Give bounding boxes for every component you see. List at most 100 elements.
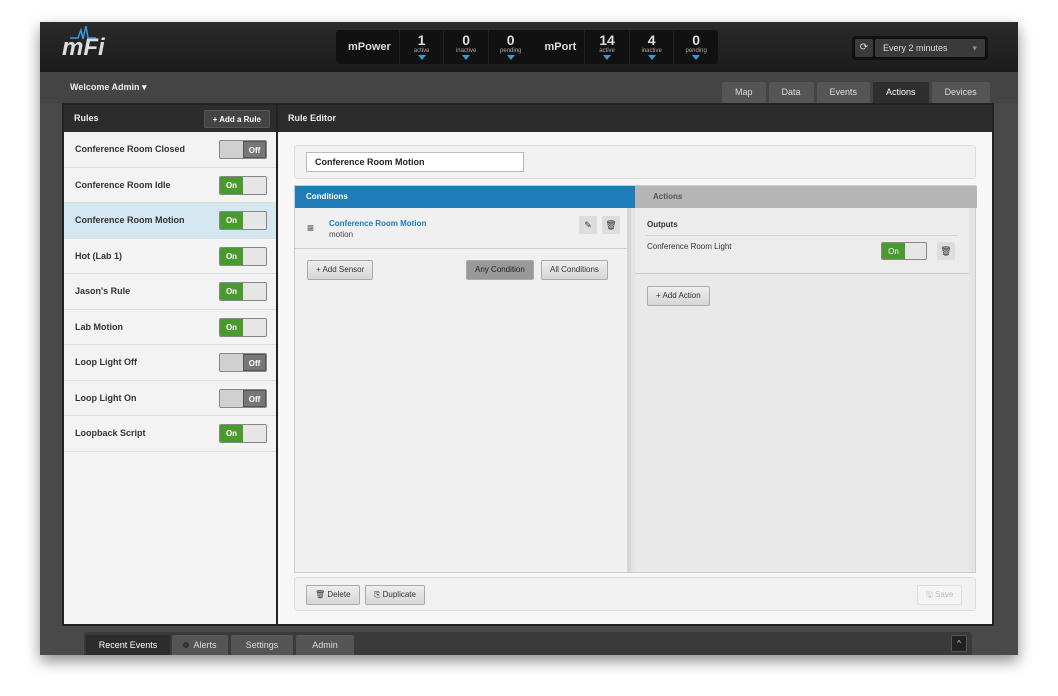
- tab-map[interactable]: Map: [722, 82, 766, 103]
- rule-item[interactable]: Jason's Rule On: [64, 274, 276, 310]
- outputs-section: Outputs Conference Room Light On 🗑: [635, 208, 969, 274]
- rule-item[interactable]: Loopback Script On: [64, 416, 276, 452]
- rule-item[interactable]: Loop Light Off Off: [64, 345, 276, 381]
- actions-panel: Outputs Conference Room Light On 🗑 + Add…: [635, 208, 969, 572]
- stat-mpower-active[interactable]: 1 active: [398, 30, 444, 64]
- conditions-tab[interactable]: Conditions: [295, 186, 645, 208]
- rule-toggle[interactable]: On: [219, 211, 267, 230]
- stat-group-label: mPower: [348, 41, 391, 53]
- output-toggle[interactable]: On: [881, 242, 927, 260]
- rule-toggle[interactable]: On: [219, 175, 267, 195]
- toggle-state: Off: [243, 141, 266, 158]
- tab-events[interactable]: Events: [816, 82, 871, 103]
- rule-toggle[interactable]: On: [219, 424, 267, 443]
- refresh-icon[interactable]: ⟳: [855, 39, 873, 57]
- caret-down-icon: [462, 55, 471, 60]
- add-sensor-button[interactable]: + Add Sensor: [307, 260, 374, 280]
- stat-value: 0: [462, 32, 471, 48]
- tab-devices[interactable]: Devices: [931, 82, 990, 103]
- stat-mpower-inactive[interactable]: 0 inactive: [443, 30, 488, 64]
- expand-chevron-up-icon[interactable]: ^: [951, 635, 967, 652]
- rule-name: Loop Light On: [75, 392, 137, 403]
- rule-stages: Conditions Actions ≡ Conference Room Mot…: [294, 185, 977, 573]
- stat-mpower-pending[interactable]: 0 pending: [487, 30, 533, 64]
- user-menu[interactable]: Welcome Admin ▾: [70, 82, 147, 93]
- stat-value: 14: [599, 32, 615, 48]
- refresh-interval-select[interactable]: Every 2 minutes: [875, 39, 985, 57]
- main-tabs: Map Data Events Actions Devices: [722, 82, 990, 103]
- bottom-bar: Recent Events Alerts Settings Admin ^: [84, 632, 972, 655]
- tab-settings[interactable]: Settings: [231, 635, 293, 655]
- rule-editor: Rule Editor Conference Room Motion Condi…: [278, 105, 992, 624]
- rule-item[interactable]: Conference Room Closed Off: [64, 132, 276, 168]
- edit-condition-icon[interactable]: ✎: [579, 216, 597, 234]
- rule-toggle[interactable]: Off: [219, 388, 267, 408]
- nav-bar: Welcome Admin ▾ Map Data Events Actions Devi…: [40, 72, 1018, 103]
- stat-mport-active[interactable]: 14 active: [584, 30, 629, 64]
- delete-button[interactable]: 🗑 Delete: [306, 585, 360, 605]
- rules-header: Rules + Add a Rule: [64, 105, 276, 132]
- duplicate-button[interactable]: ⎘ Duplicate: [365, 585, 425, 605]
- rule-name: Loopback Script: [75, 428, 146, 438]
- tab-actions[interactable]: Actions: [873, 82, 929, 103]
- rule-item[interactable]: Loop Light On Off: [64, 381, 276, 416]
- rule-toggle[interactable]: On: [219, 317, 267, 337]
- rule-item[interactable]: Hot (Lab 1) On: [64, 239, 276, 274]
- tab-data[interactable]: Data: [768, 82, 814, 103]
- rule-item[interactable]: Conference Room Idle On: [64, 168, 276, 203]
- toggle-state: Off: [243, 389, 266, 407]
- rule-item[interactable]: Lab Motion On: [64, 310, 276, 345]
- rule-editor-header: Rule Editor: [278, 105, 992, 132]
- tab-alerts[interactable]: Alerts: [172, 635, 228, 655]
- outputs-label: Outputs: [647, 220, 678, 229]
- save-button[interactable]: 🖫 Save: [917, 585, 963, 605]
- alert-dot-icon: [183, 642, 190, 648]
- any-condition-toggle[interactable]: Any Condition: [466, 260, 534, 280]
- refresh-control: ⟳ Every 2 minutes: [852, 36, 988, 60]
- delete-output-icon[interactable]: 🗑: [937, 242, 955, 260]
- condition-item: ≡ Conference Room Motion motion ✎ 🗑: [295, 208, 627, 249]
- tab-admin[interactable]: Admin: [296, 635, 354, 655]
- rules-list: Conference Room Closed Off Conference Room…: [64, 132, 276, 452]
- tab-recent-events[interactable]: Recent Events: [86, 635, 170, 655]
- add-action-button[interactable]: + Add Action: [647, 286, 710, 306]
- rule-toggle[interactable]: Off: [219, 353, 267, 372]
- rules-sidebar: Rules + Add a Rule Conference Room Close…: [64, 105, 276, 624]
- rule-name: Conference Room Closed: [75, 144, 186, 154]
- stat-label: pending: [685, 48, 707, 54]
- rule-toggle[interactable]: On: [219, 282, 267, 301]
- caret-down-icon: [506, 55, 515, 60]
- header: mFi mPower 1 active 0 inactive 0 pending mPort 1…: [40, 22, 1018, 72]
- duplicate-label: Duplicate: [382, 590, 416, 599]
- divider: [645, 235, 957, 236]
- stat-value: 1: [417, 32, 426, 48]
- rule-name: Hot (Lab 1): [75, 250, 122, 261]
- stat-mport-inactive[interactable]: 4 inactive: [628, 30, 674, 64]
- editor-footer: 🗑 Delete ⎘ Duplicate 🖫 Save: [294, 577, 976, 611]
- stat-value: 0: [506, 32, 515, 48]
- rule-name: Conference Room Idle: [75, 179, 171, 190]
- caret-down-icon: [603, 55, 612, 60]
- add-rule-button[interactable]: + Add a Rule: [203, 110, 270, 128]
- toggle-state: On: [220, 283, 243, 300]
- rules-title: Rules: [74, 113, 99, 123]
- toggle-state: On: [220, 176, 243, 194]
- rule-toggle[interactable]: On: [219, 246, 267, 266]
- delete-condition-icon[interactable]: 🗑: [602, 216, 620, 234]
- actions-tab[interactable]: Actions: [635, 186, 977, 208]
- conditions-panel: ≡ Conference Room Motion motion ✎ 🗑 + Ad…: [295, 208, 631, 572]
- all-conditions-toggle[interactable]: All Conditions: [541, 260, 608, 280]
- rule-name-box: Conference Room Motion: [294, 145, 976, 179]
- condition-name[interactable]: Conference Room Motion: [329, 219, 426, 228]
- rule-item[interactable]: Conference Room Motion On: [64, 203, 276, 239]
- toggle-state: On: [220, 247, 243, 265]
- rule-name: Lab Motion: [75, 321, 123, 332]
- rule-toggle[interactable]: Off: [219, 140, 267, 159]
- save-label: Save: [935, 590, 954, 599]
- rule-name-input[interactable]: Conference Room Motion: [306, 152, 524, 172]
- output-name: Conference Room Light: [647, 242, 732, 251]
- stat-mport-pending[interactable]: 0 pending: [673, 30, 718, 64]
- caret-down-icon: [692, 55, 701, 60]
- stat-label: pending: [500, 48, 522, 54]
- device-stats: mPower 1 active 0 inactive 0 pending mPort 14 act…: [336, 30, 718, 64]
